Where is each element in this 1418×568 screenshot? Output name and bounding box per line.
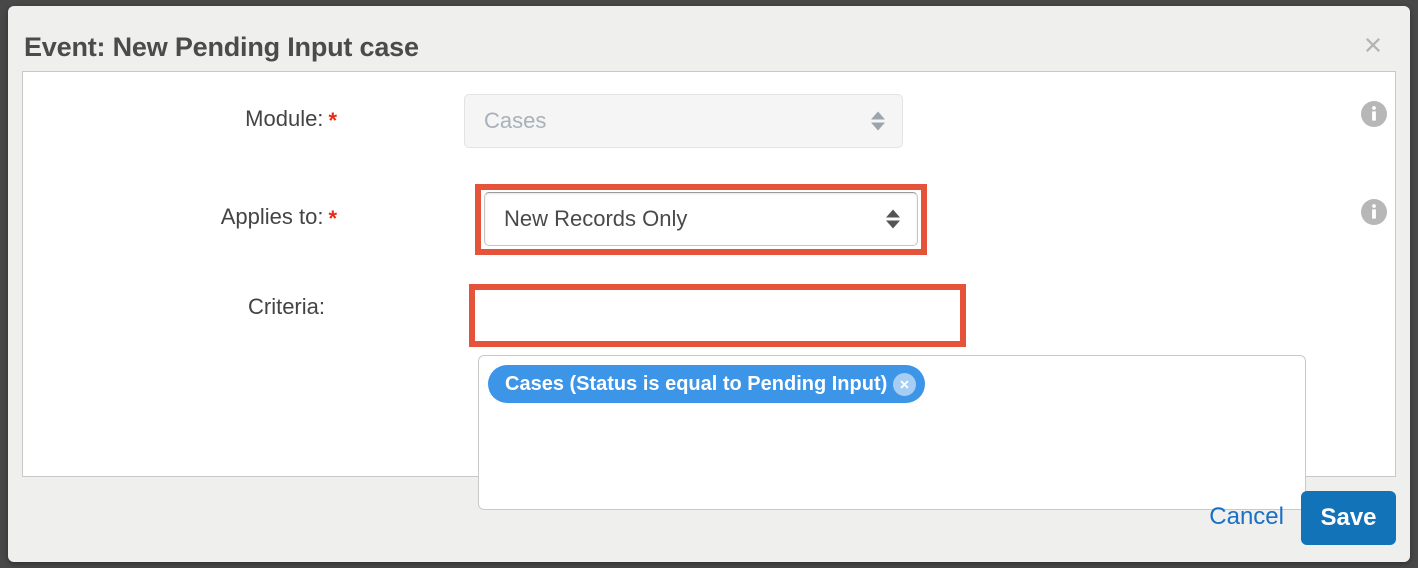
module-label: Module: * [245,106,337,133]
module-info-icon[interactable] [1361,101,1387,127]
applies-to-label-text: Applies to: [220,204,324,229]
dialog-body-panel: Module: * Cases Applies to: * New Record… [22,71,1396,510]
criteria-highlight-annotation [469,284,966,347]
chevron-updown-icon [871,111,885,131]
save-button[interactable]: Save [1301,491,1396,545]
applies-to-label: Applies to: * [220,204,337,231]
dialog-header: Event: New Pending Input case [8,6,1410,74]
dialog-footer: Cancel Save [8,478,1410,562]
remove-circle-x-icon[interactable] [893,372,917,396]
applies-to-info-icon[interactable] [1361,199,1387,225]
criteria-pill-label: Cases (Status is equal to Pending Input) [505,372,888,395]
module-label-text: Module: [245,106,324,131]
module-select-value: Cases [484,108,547,133]
criteria-label-text: Criteria: [247,294,325,319]
applies-to-select-value: New Records Only [504,206,688,231]
cancel-button[interactable]: Cancel [1209,503,1284,531]
dialog-title: Event: New Pending Input case [24,32,419,62]
event-dialog: Event: New Pending Input case Module: * C… [8,6,1410,562]
close-icon[interactable] [1358,30,1388,60]
chevron-updown-icon [886,209,900,229]
applies-to-select[interactable]: New Records Only [484,192,918,246]
module-required-asterisk: * [328,108,337,133]
criteria-pill[interactable]: Cases (Status is equal to Pending Input) [488,365,926,403]
criteria-label: Criteria: [248,294,325,320]
module-select: Cases [464,94,903,148]
applies-to-required-asterisk: * [328,206,337,231]
